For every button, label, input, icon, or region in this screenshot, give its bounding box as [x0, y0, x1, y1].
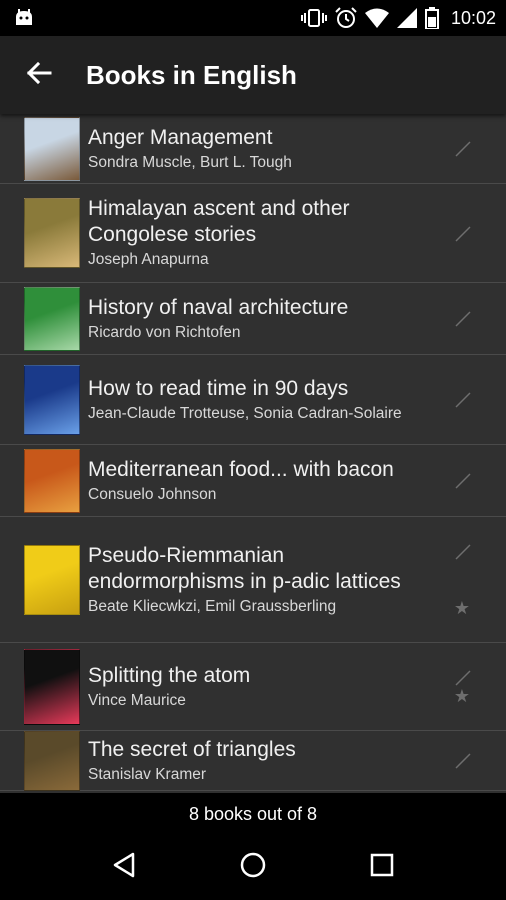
edit-pencil-icon[interactable]	[454, 140, 472, 158]
arrow-back-icon	[26, 60, 52, 91]
edit-pencil-icon[interactable]	[454, 752, 472, 770]
app-bar: Books in English	[0, 36, 506, 114]
book-cover-image	[24, 198, 80, 268]
book-row[interactable]: Himalayan ascent and other Congolese sto…	[0, 184, 506, 283]
book-text: Mediterranean food... with bacon Consuelo…	[88, 457, 506, 505]
book-title: The secret of triangles	[88, 737, 296, 761]
book-authors: Joseph Anapurna	[88, 251, 209, 268]
book-title: Himalayan ascent and other Congolese sto…	[88, 197, 350, 246]
star-icon[interactable]: ★	[454, 687, 470, 705]
wifi-icon	[364, 8, 389, 28]
book-title: History of naval architecture	[88, 295, 349, 319]
book-cover-image	[24, 364, 80, 435]
recents-square-icon	[370, 853, 394, 882]
book-cover-image	[24, 730, 80, 791]
system-nav-bar	[0, 835, 506, 900]
vibrate-icon	[300, 8, 327, 28]
home-circle-icon	[239, 851, 267, 884]
book-authors: Jean-Claude Trotteuse, Sonia Cadran-Sola…	[88, 404, 402, 422]
book-text: Pseudo-Riemmanian endormorphisms in p-ad…	[88, 543, 506, 617]
nav-back-button[interactable]	[94, 838, 154, 898]
book-title: Anger Management	[88, 125, 273, 149]
book-row[interactable]: Mediterranean food... with bacon Consuelo…	[0, 445, 506, 517]
book-text: Anger Management Sondra Muscle, Burt L. T…	[88, 125, 506, 173]
back-button[interactable]	[0, 36, 78, 114]
book-text: The secret of triangles Stanislav Kramer	[88, 737, 506, 785]
edit-pencil-icon[interactable]	[454, 472, 472, 490]
book-authors: Sondra Muscle, Burt L. Tough	[88, 153, 292, 171]
edit-pencil-icon[interactable]	[454, 669, 472, 687]
alarm-icon	[335, 7, 357, 29]
book-row[interactable]: Anger Management Sondra Muscle, Burt L. T…	[0, 114, 506, 184]
edit-pencil-icon[interactable]	[454, 225, 472, 243]
edit-pencil-icon[interactable]	[454, 310, 472, 328]
book-cover-image	[24, 116, 80, 181]
book-cover-image	[24, 448, 80, 513]
book-authors: Ricardo von Richtofen	[88, 323, 241, 341]
edit-pencil-icon[interactable]	[454, 391, 472, 409]
book-text: Himalayan ascent and other Congolese sto…	[88, 196, 506, 270]
book-row[interactable]: Splitting the atom Vince Maurice ★	[0, 643, 506, 731]
book-title: Splitting the atom	[88, 663, 251, 687]
nav-recents-button[interactable]	[352, 838, 412, 898]
book-list[interactable]: Anger Management Sondra Muscle, Burt L. T…	[0, 114, 506, 793]
book-cover-image	[24, 648, 80, 725]
book-title: Pseudo-Riemmanian endormorphisms in p-ad…	[88, 543, 401, 593]
page-title: Books in English	[86, 59, 297, 90]
book-authors: Consuelo Johnson	[88, 485, 217, 503]
book-title: Mediterranean food... with bacon	[88, 457, 394, 481]
nav-home-button[interactable]	[223, 838, 283, 898]
book-authors: Vince Maurice	[88, 691, 186, 709]
book-text: History of naval architecture Ricardo von…	[88, 295, 506, 343]
book-row[interactable]: How to read time in 90 days Jean-Claude T…	[0, 355, 506, 445]
book-count-label: 8 books out of 8	[0, 793, 506, 835]
signal-icon	[396, 8, 417, 28]
book-text: How to read time in 90 days Jean-Claude T…	[88, 376, 506, 424]
status-bar: 10:02	[0, 0, 506, 36]
book-title: How to read time in 90 days	[88, 376, 349, 400]
book-row[interactable]: History of naval architecture Ricardo von…	[0, 283, 506, 355]
back-triangle-icon	[111, 851, 137, 884]
book-authors: Stanislav Kramer	[88, 765, 207, 783]
battery-icon	[424, 7, 439, 29]
book-cover-image	[24, 544, 80, 615]
status-time: 10:02	[450, 7, 496, 28]
book-cover-image	[24, 286, 80, 351]
book-authors: Beate Kliecwkzi, Emil Graussberling	[88, 597, 337, 615]
book-row[interactable]: Pseudo-Riemmanian endormorphisms in p-ad…	[0, 517, 506, 643]
edit-pencil-icon[interactable]	[454, 543, 472, 561]
book-row[interactable]: The secret of triangles Stanislav Kramer	[0, 730, 506, 791]
star-icon[interactable]: ★	[454, 599, 470, 617]
android-debug-icon	[14, 9, 34, 27]
book-text: Splitting the atom Vince Maurice	[88, 663, 506, 711]
